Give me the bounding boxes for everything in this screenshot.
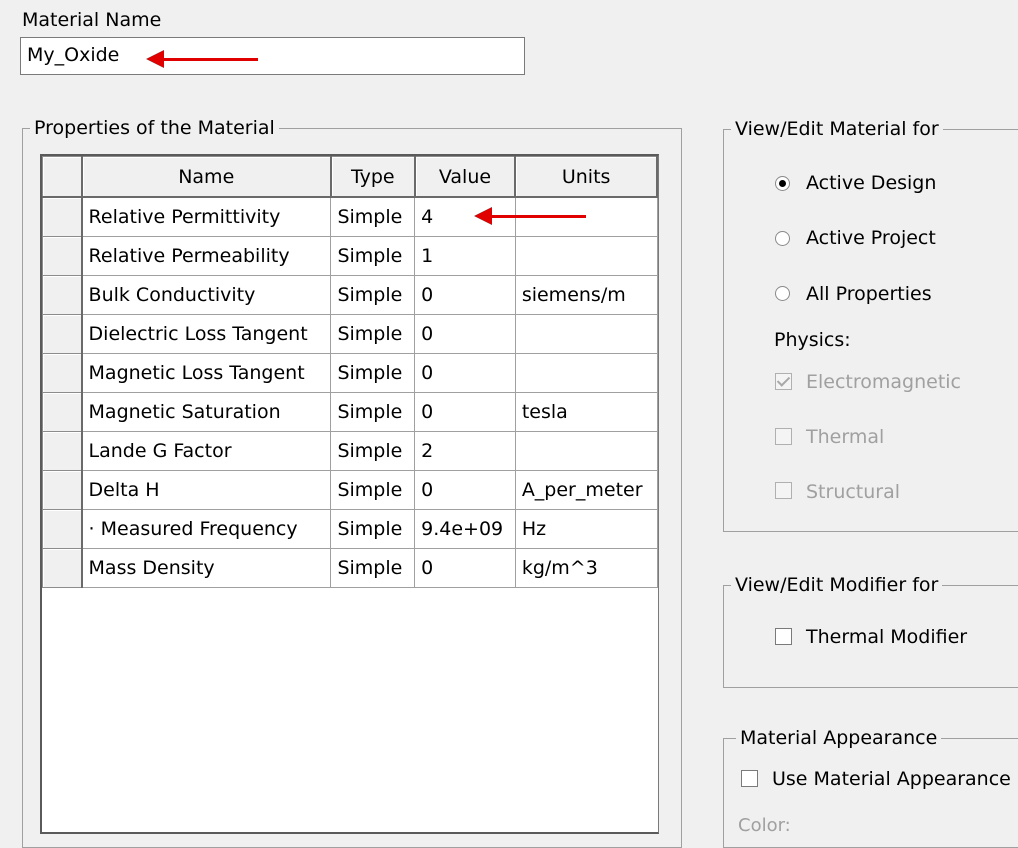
row-header[interactable]	[41, 235, 83, 276]
cell-name[interactable]: Relative Permittivity	[81, 196, 332, 237]
row-header[interactable]	[41, 274, 83, 315]
properties-grid[interactable]: Name Type Value Units Relative Permittiv…	[40, 154, 659, 834]
material-appearance-title: Material Appearance	[736, 727, 942, 749]
cell-value[interactable]: 2	[414, 430, 516, 471]
table-header-row: Name Type Value Units	[41, 156, 658, 198]
cell-value[interactable]: 0	[414, 274, 516, 315]
view-edit-modifier-title: View/Edit Modifier for	[731, 574, 943, 596]
cell-value[interactable]: 9.4e+09	[414, 508, 516, 549]
table-row[interactable]: Bulk Conductivity Simple 0 siemens/m	[41, 274, 658, 315]
table-row[interactable]: Magnetic Saturation Simple 0 tesla	[41, 391, 658, 432]
cell-value[interactable]: 0	[414, 547, 516, 588]
row-header[interactable]	[41, 547, 83, 588]
cell-type[interactable]: Simple	[330, 352, 416, 393]
physics-label: Physics:	[774, 329, 851, 351]
radio-label-all-properties[interactable]: All Properties	[806, 283, 932, 305]
cell-value[interactable]: 0	[414, 313, 516, 354]
cell-name[interactable]: Dielectric Loss Tangent	[81, 313, 332, 354]
checkbox-label-electromagnetic: Electromagnetic	[806, 371, 962, 393]
table-row[interactable]: Lande G Factor Simple 2	[41, 430, 658, 471]
properties-table: Name Type Value Units Relative Permittiv…	[41, 156, 658, 588]
cell-units[interactable]	[514, 313, 658, 354]
radio-active-design[interactable]	[775, 176, 790, 191]
cell-type[interactable]: Simple	[330, 508, 416, 549]
radio-label-active-design[interactable]: Active Design	[806, 172, 936, 194]
row-header[interactable]	[41, 313, 83, 354]
cell-type[interactable]: Simple	[330, 235, 416, 276]
cell-value[interactable]: 0	[414, 391, 516, 432]
cell-name[interactable]: Magnetic Saturation	[81, 391, 332, 432]
cell-value[interactable]: 0	[414, 469, 516, 510]
table-row[interactable]: · Measured Frequency Simple 9.4e+09 Hz	[41, 508, 658, 549]
table-row[interactable]: Relative Permeability Simple 1	[41, 235, 658, 276]
table-row[interactable]: Delta H Simple 0 A_per_meter	[41, 469, 658, 510]
annotation-arrow-permittivity	[474, 207, 586, 225]
table-row[interactable]: Dielectric Loss Tangent Simple 0	[41, 313, 658, 354]
radio-label-active-project[interactable]: Active Project	[806, 227, 936, 249]
cell-name[interactable]: Mass Density	[81, 547, 332, 588]
material-name-label: Material Name	[22, 9, 162, 31]
cell-units[interactable]	[514, 352, 658, 393]
properties-group-title: Properties of the Material	[30, 117, 279, 139]
column-header-value[interactable]: Value	[414, 156, 517, 198]
row-header[interactable]	[41, 352, 83, 393]
cell-type[interactable]: Simple	[330, 430, 416, 471]
cell-type[interactable]: Simple	[330, 391, 416, 432]
cell-name[interactable]: Magnetic Loss Tangent	[81, 352, 332, 393]
color-label: Color:	[738, 815, 791, 836]
cell-type[interactable]: Simple	[330, 313, 416, 354]
cell-units[interactable]: A_per_meter	[514, 469, 658, 510]
view-edit-material-title: View/Edit Material for	[731, 118, 943, 140]
checkbox-electromagnetic[interactable]	[775, 373, 792, 390]
annotation-arrow-name	[146, 50, 258, 68]
column-header-type[interactable]: Type	[330, 156, 416, 198]
cell-units[interactable]: Hz	[514, 508, 658, 549]
cell-type[interactable]: Simple	[330, 274, 416, 315]
cell-value[interactable]: 0	[414, 352, 516, 393]
checkbox-structural[interactable]	[775, 482, 792, 499]
table-row[interactable]: Mass Density Simple 0 kg/m^3	[41, 547, 658, 588]
cell-name[interactable]: Lande G Factor	[81, 430, 332, 471]
cell-name[interactable]: Relative Permeability	[81, 235, 332, 276]
cell-units[interactable]	[514, 430, 658, 471]
cell-name[interactable]: Delta H	[81, 469, 332, 510]
material-name-input[interactable]: My_Oxide	[20, 37, 525, 75]
row-header[interactable]	[41, 391, 83, 432]
cell-type[interactable]: Simple	[330, 469, 416, 510]
column-header-name[interactable]: Name	[81, 156, 332, 198]
checkbox-label-structural: Structural	[806, 481, 901, 503]
checkbox-thermal-modifier[interactable]	[775, 628, 792, 645]
row-header[interactable]	[41, 469, 83, 510]
cell-name[interactable]: · Measured Frequency	[81, 508, 332, 549]
checkbox-use-material-appearance[interactable]	[741, 770, 758, 787]
checkbox-label-use-material-appearance[interactable]: Use Material Appearance	[772, 768, 1011, 790]
checkbox-label-thermal: Thermal	[806, 426, 885, 448]
header-corner	[41, 156, 83, 198]
cell-type[interactable]: Simple	[330, 196, 416, 237]
cell-units[interactable]: kg/m^3	[514, 547, 658, 588]
cell-type[interactable]: Simple	[330, 547, 416, 588]
cell-units[interactable]: tesla	[514, 391, 658, 432]
cell-units[interactable]: siemens/m	[514, 274, 658, 315]
cell-name[interactable]: Bulk Conductivity	[81, 274, 332, 315]
checkbox-label-thermal-modifier[interactable]: Thermal Modifier	[806, 626, 967, 648]
table-row[interactable]: Magnetic Loss Tangent Simple 0	[41, 352, 658, 393]
column-header-units[interactable]: Units	[514, 156, 658, 198]
radio-active-project[interactable]	[775, 231, 790, 246]
cell-value[interactable]: 1	[414, 235, 516, 276]
row-header[interactable]	[41, 430, 83, 471]
row-header[interactable]	[41, 196, 83, 237]
checkbox-thermal[interactable]	[775, 428, 792, 445]
row-header[interactable]	[41, 508, 83, 549]
radio-all-properties[interactable]	[775, 286, 790, 301]
cell-units[interactable]	[514, 235, 658, 276]
